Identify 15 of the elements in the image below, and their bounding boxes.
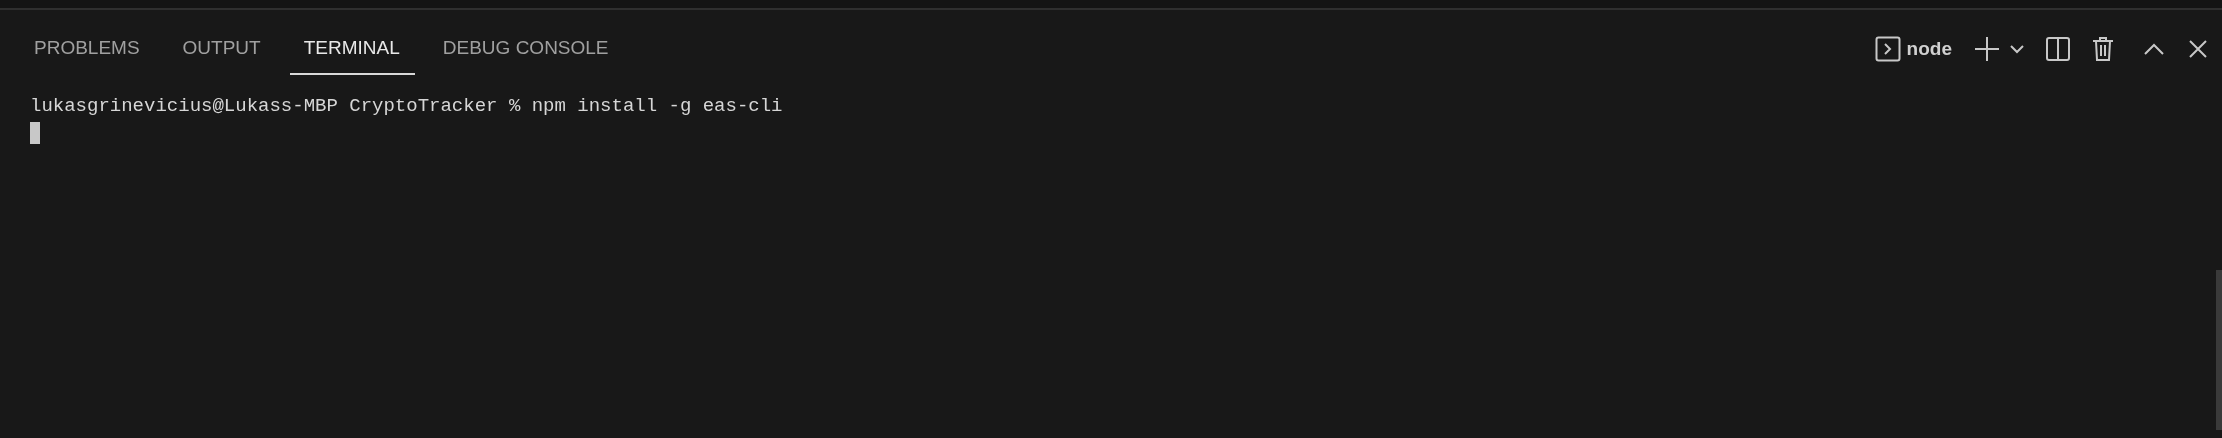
terminal-selector[interactable]: node [1870,32,1956,66]
panel-tab[interactable]: PROBLEMS [20,23,155,75]
panel-tab[interactable]: DEBUG CONSOLE [428,23,624,75]
terminal-line: lukasgrinevicius@Lukass-MBP CryptoTracker % npm install -g eas-cli [30,94,784,118]
scrollbar[interactable] [2216,270,2222,430]
split-icon [2046,37,2070,61]
terminal-icon [1874,36,1901,62]
chevron-down-icon [2010,44,2024,54]
plus-icon [1974,36,2000,62]
panel-tab[interactable]: OUTPUT [168,23,276,75]
chevron-up-icon [2144,43,2164,55]
panel-tab[interactable]: TERMINAL [289,23,415,75]
close-icon [2188,39,2208,59]
trash-icon [2092,36,2114,62]
text-cursor [30,122,40,144]
